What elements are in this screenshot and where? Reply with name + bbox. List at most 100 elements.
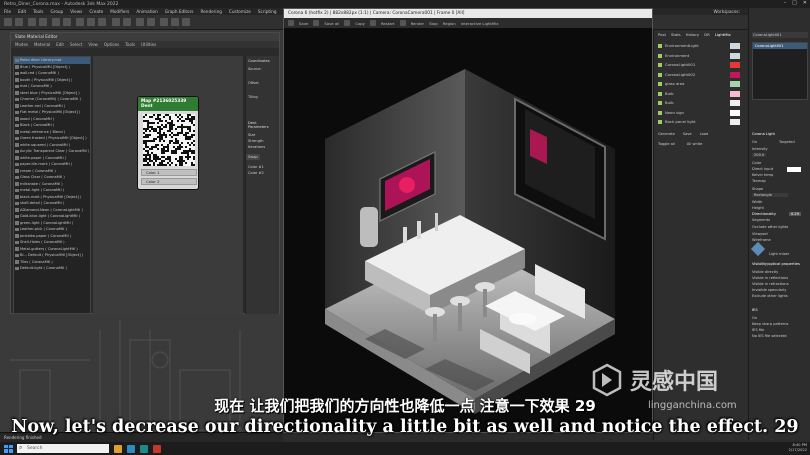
lightmix-enable-checkbox[interactable] [658, 53, 662, 58]
material-editor-icon[interactable] [160, 18, 168, 26]
node-port-color2[interactable]: Color 2 [141, 178, 197, 185]
menu-item[interactable]: Tools [33, 9, 43, 14]
vfb-stop-button[interactable]: Stop [429, 21, 438, 26]
slate-menu-item[interactable]: View [88, 41, 98, 48]
slate-menu-item[interactable]: Modes [15, 41, 28, 48]
lightmix-row[interactable]: Neon sign [658, 109, 746, 117]
toggle-all-button[interactable]: Toggle all [658, 142, 675, 146]
lightmix-load-button[interactable]: Load [700, 132, 709, 136]
slate-menu-item[interactable]: Edit [56, 41, 64, 48]
lightmix-row[interactable]: Bulb [658, 90, 746, 98]
lightmix-enable-checkbox[interactable] [658, 91, 662, 96]
render-icon[interactable] [399, 20, 406, 26]
light-mixer-icon[interactable] [750, 241, 766, 257]
slate-menu-item[interactable]: Tools [125, 41, 135, 48]
mirror-icon[interactable] [136, 18, 144, 26]
texmap-radio[interactable]: Texmap [752, 179, 766, 183]
corona-taskbar-icon[interactable] [153, 444, 161, 453]
lightmix-enable-checkbox[interactable] [658, 63, 662, 67]
lightmix-enable-checkbox[interactable] [658, 82, 662, 86]
swap-button[interactable]: Swap [246, 154, 260, 160]
wireframe-radio[interactable]: Wireframe [752, 238, 771, 242]
node-port-color1[interactable]: Color 1 [141, 169, 197, 176]
generate-button[interactable]: Generate [658, 132, 675, 136]
lightmix-color-swatch[interactable] [730, 119, 740, 125]
ies-on-checkbox[interactable]: On [752, 316, 757, 320]
tab-stats[interactable]: Stats [671, 32, 681, 37]
modifier-stack[interactable]: CoronaLight001 [752, 42, 808, 100]
lightmix-color-swatch[interactable] [730, 81, 740, 87]
redo-icon[interactable] [15, 18, 23, 26]
lightmix-row[interactable]: EnvironmentLight [658, 42, 746, 50]
intensity-input[interactable]: 200.0 [752, 153, 767, 157]
corona-light-rollout[interactable]: Corona Light [752, 132, 775, 136]
scale-icon[interactable] [98, 18, 106, 26]
light-color-swatch[interactable] [787, 167, 801, 172]
ies-rollout[interactable]: IES [752, 308, 758, 312]
occlude-checkbox[interactable]: Occlude other lights [752, 225, 788, 229]
lightmix-save-button[interactable]: Save [683, 132, 692, 136]
tab-dr[interactable]: DR [704, 32, 710, 37]
lightmix-color-swatch[interactable] [730, 90, 740, 97]
menu-item[interactable]: Group [50, 9, 63, 14]
3dsmax-taskbar-icon[interactable] [140, 444, 148, 453]
stack-item-light[interactable]: CoronaLight001 [753, 43, 807, 49]
link-icon[interactable] [28, 18, 36, 26]
file-explorer-icon[interactable] [114, 444, 122, 453]
on-checkbox[interactable]: On [752, 140, 757, 144]
coordinates-rollout[interactable]: Coordinates [246, 56, 279, 66]
menu-item[interactable]: Scripting [258, 9, 277, 14]
lightmix-row[interactable]: Environment [658, 52, 746, 60]
minimize-icon[interactable]: – [784, 0, 787, 6]
lightmix-enable-checkbox[interactable] [658, 44, 662, 48]
lightmix-color-swatch[interactable] [730, 43, 740, 49]
vis-item[interactable]: Visible in reflections [752, 276, 788, 280]
taskbar-search-input[interactable]: Search [17, 443, 109, 453]
render-setup-icon[interactable] [171, 18, 179, 26]
visibility-rollout[interactable]: Visibility/optical properties [752, 262, 800, 266]
snap-icon[interactable] [112, 18, 120, 26]
move-icon[interactable] [76, 18, 84, 26]
angle-snap-icon[interactable] [123, 18, 131, 26]
close-icon[interactable]: ✕ [803, 0, 807, 6]
maximize-icon[interactable]: □ [792, 0, 797, 6]
vis-item[interactable]: Invisible specularly [752, 288, 786, 292]
render-icon[interactable] [182, 18, 190, 26]
restart-icon[interactable] [369, 20, 376, 26]
vis-item[interactable]: Visible directly [752, 270, 778, 274]
lightmix-color-swatch[interactable] [730, 100, 740, 106]
directionality-input[interactable]: 0.29 [789, 212, 802, 216]
lightmix-enable-checkbox[interactable] [658, 101, 662, 105]
interactive-lightmix-toggle[interactable]: Interactive LightMix [461, 21, 499, 26]
lightmix-row[interactable]: Bulb [658, 99, 746, 107]
menu-item[interactable]: Create [89, 9, 103, 14]
vfb-save-all-button[interactable]: Save all [324, 21, 339, 26]
dent-parameters-rollout[interactable]: Dent Parameters [246, 118, 279, 132]
lightmix-enable-checkbox[interactable] [658, 120, 662, 124]
object-name-field[interactable]: CoronaLight001 [752, 32, 808, 38]
menu-item[interactable]: File [4, 9, 11, 14]
menu-item[interactable]: Modifiers [110, 9, 129, 14]
all-white-button[interactable]: All white [687, 142, 702, 146]
tab-post[interactable]: Post [658, 32, 666, 37]
dent-map-node[interactable]: Map #2136025339 Dent Color 1 Color 2 [137, 96, 199, 190]
lightmix-enable-checkbox[interactable] [658, 110, 662, 115]
slate-menu-item[interactable]: Select [70, 41, 82, 48]
vis-item[interactable]: Visible in refractions [752, 282, 789, 286]
unlink-icon[interactable] [39, 18, 47, 26]
vfb-restart-button[interactable]: Restart [381, 21, 395, 26]
shape-dropdown[interactable]: Rectangle [752, 193, 788, 197]
lightmix-row[interactable]: CoronaLight001 [658, 61, 746, 69]
lightmix-row[interactable]: glass area [658, 80, 746, 88]
menu-item[interactable]: Rendering [201, 9, 222, 14]
vis-item[interactable]: Exclude other lights [752, 294, 788, 298]
slate-menu-item[interactable]: Options [104, 41, 119, 48]
menu-item[interactable]: Edit [18, 9, 26, 14]
lightmix-row[interactable]: Back panel light [658, 118, 746, 126]
vfb-copy-button[interactable]: Copy [355, 21, 365, 26]
lightmix-color-swatch[interactable] [730, 52, 740, 59]
menu-item[interactable]: Animation [136, 9, 157, 14]
select-icon[interactable] [52, 18, 60, 26]
lightmix-color-swatch[interactable] [730, 109, 740, 116]
tab-history[interactable]: History [686, 32, 700, 37]
